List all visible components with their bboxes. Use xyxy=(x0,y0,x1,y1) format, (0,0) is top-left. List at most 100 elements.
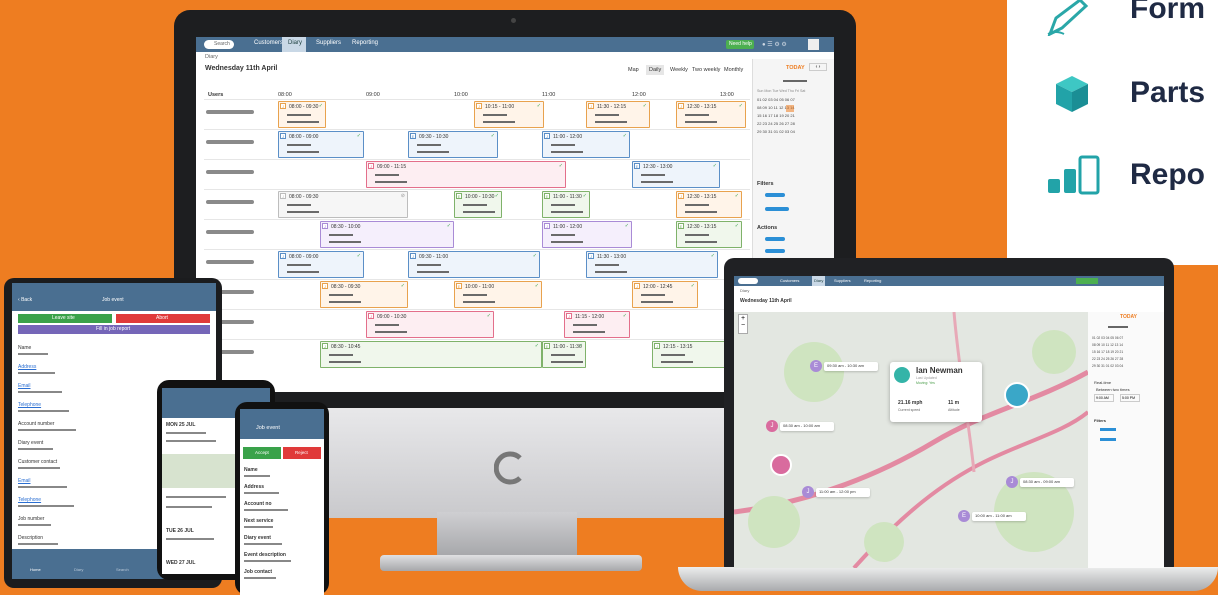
accept-button[interactable]: Accept xyxy=(243,447,281,459)
diary-event-block[interactable]: E 10:00 - 11:00 ✓ xyxy=(454,281,542,308)
diary-event-block[interactable]: J 08:00 - 09:30 ⊘ xyxy=(278,191,408,218)
diary-event-block[interactable]: J 11:15 - 12:00 ✓ xyxy=(564,311,630,338)
diary-event-block[interactable]: J 12:00 - 12:45 ✓ xyxy=(632,281,698,308)
time-to-input[interactable]: 5:00 PM xyxy=(1120,394,1140,402)
diary-event-block[interactable]: E 12:30 - 13:15 ✓ xyxy=(676,221,742,248)
tab-monthly[interactable]: Monthly xyxy=(724,67,743,73)
job-pin-label[interactable]: 09:30 am - 10:30 am xyxy=(824,362,878,371)
search-input[interactable] xyxy=(738,278,758,284)
action-chip[interactable] xyxy=(765,249,785,253)
today-button[interactable]: TODAY xyxy=(1120,314,1137,320)
tab-home[interactable]: Home xyxy=(30,567,41,572)
nav-diary-active[interactable]: Diary xyxy=(812,276,826,286)
diary-event-block[interactable]: J 09:30 - 11:00 ✓ xyxy=(408,251,540,278)
user-name[interactable] xyxy=(206,260,254,264)
job-pin-icon[interactable]: J xyxy=(802,486,814,498)
diary-event-block[interactable]: J 11:00 - 12:00 ✓ xyxy=(542,221,632,248)
nav-customers[interactable]: Customers xyxy=(780,278,799,283)
filter-chip[interactable] xyxy=(765,207,789,211)
field-label[interactable]: Telephone xyxy=(18,402,41,408)
field-label[interactable]: Email xyxy=(18,478,31,484)
field-label[interactable]: Telephone xyxy=(18,497,41,503)
job-pin-label[interactable]: 11:00 am - 12:00 pm xyxy=(816,488,870,497)
diary-event-block[interactable]: J 11:30 - 13:00 ✓ xyxy=(586,251,718,278)
fill-report-button[interactable]: Fill in job report xyxy=(18,325,210,334)
action-chip[interactable] xyxy=(765,237,785,241)
calendar-nav-arrows[interactable]: ‹ › xyxy=(809,63,827,71)
driver-avatar-pin[interactable] xyxy=(1004,382,1030,408)
nav-icons[interactable]: ● ☰ ⚙ ⚙ xyxy=(762,41,802,48)
calendar-week[interactable]: 29 30 31 01 02 03 04 xyxy=(1092,364,1123,368)
nav-reporting[interactable]: Reporting xyxy=(352,40,378,46)
help-button[interactable]: Need help xyxy=(726,40,754,49)
map-area[interactable]: + − Ian Newman Last Updated Moving: Yes 2… xyxy=(734,312,1088,568)
tab-weekly[interactable]: Weekly xyxy=(670,67,688,73)
diary-event-block[interactable]: E 12:30 - 13:00 ✓ xyxy=(632,161,720,188)
calendar-week[interactable]: 08 09 10 11 12 13 14 xyxy=(1092,343,1123,347)
diary-event-block[interactable]: J 08:30 - 10:00 ✓ xyxy=(320,221,454,248)
between-times-option[interactable]: Between two times xyxy=(1096,387,1130,392)
realtime-option[interactable]: Real-time xyxy=(1094,380,1111,385)
field-label[interactable]: Address xyxy=(18,364,36,370)
nav-customers[interactable]: Customers xyxy=(254,40,283,46)
job-pin-icon[interactable]: E xyxy=(810,360,822,372)
tab-two-weekly[interactable]: Two weekly xyxy=(692,67,720,73)
user-name[interactable] xyxy=(206,200,254,204)
driver-avatar-pin[interactable] xyxy=(770,454,792,476)
filter-chip[interactable] xyxy=(1100,438,1116,441)
nav-suppliers[interactable]: Suppliers xyxy=(316,40,341,46)
leave-site-button[interactable]: Leave site xyxy=(18,314,112,323)
today-button[interactable]: TODAY xyxy=(786,65,805,71)
selected-day[interactable] xyxy=(786,105,794,112)
diary-event-block[interactable]: J 11:30 - 12:15 ✓ xyxy=(586,101,650,128)
calendar-week[interactable]: 01 02 03 04 05 06 07 xyxy=(1092,336,1123,340)
user-name[interactable] xyxy=(206,230,254,234)
diary-event-block[interactable]: J 08:30 - 09:30 ✓ xyxy=(320,281,408,308)
field-label[interactable]: Email xyxy=(18,383,31,389)
time-from-input[interactable]: 9:00 AM xyxy=(1094,394,1114,402)
diary-event-block[interactable]: J 08:00 - 09:30 ✓ xyxy=(278,101,326,128)
zoom-controls[interactable]: + − xyxy=(738,314,748,334)
job-pin-icon[interactable]: J xyxy=(766,420,778,432)
user-name[interactable] xyxy=(206,170,254,174)
tab-daily[interactable]: Daily xyxy=(646,65,665,75)
diary-event-block[interactable]: J 08:00 - 09:00 ✓ xyxy=(278,251,364,278)
job-pin-icon[interactable]: J xyxy=(1006,476,1018,488)
filter-chip[interactable] xyxy=(765,193,785,197)
reject-button[interactable]: Reject xyxy=(283,447,321,459)
diary-event-block[interactable]: J 12:30 - 13:15 ✓ xyxy=(676,101,746,128)
job-pin-label[interactable]: 08:30 am - 10:00 am xyxy=(780,422,834,431)
help-button[interactable] xyxy=(1076,278,1098,284)
nav-reporting[interactable]: Reporting xyxy=(864,278,881,283)
calendar-week[interactable]: 01 02 03 04 05 06 07 xyxy=(757,97,795,102)
tab-map[interactable]: Map xyxy=(628,67,639,73)
nav-diary-active[interactable]: Diary xyxy=(282,37,306,52)
calendar-week[interactable]: 22 23 24 25 26 27 28 xyxy=(1092,357,1123,361)
diary-event-block[interactable]: J 11:00 - 12:00 ✓ xyxy=(542,131,630,158)
calendar-week[interactable]: 22 23 24 25 26 27 28 xyxy=(757,121,795,126)
diary-event-block[interactable]: E 11:00 - 11:30 ✓ xyxy=(542,341,586,368)
calendar-week[interactable]: 15 16 17 18 19 20 21 xyxy=(757,113,795,118)
job-pin-icon[interactable]: E xyxy=(958,510,970,522)
diary-event-block[interactable]: J 08:30 - 10:45 ✓ xyxy=(320,341,542,368)
tab-diary[interactable]: Diary xyxy=(74,567,83,572)
job-pin-label[interactable]: 08:30 am - 09:00 am xyxy=(1020,478,1074,487)
search-input[interactable]: Search xyxy=(204,40,234,49)
diary-event-block[interactable]: J 08:00 - 09:00 ✓ xyxy=(278,131,364,158)
diary-event-block[interactable]: J 10:15 - 11:00 ✓ xyxy=(474,101,544,128)
tab-search[interactable]: Search xyxy=(116,567,129,572)
job-pin-label[interactable]: 10:00 am - 11:00 am xyxy=(972,512,1026,521)
diary-event-block[interactable]: E 09:30 - 10:30 ✓ xyxy=(408,131,498,158)
filter-chip[interactable] xyxy=(1100,428,1116,431)
diary-event-block[interactable]: J 09:00 - 11:15 ✓ xyxy=(366,161,566,188)
nav-suppliers[interactable]: Suppliers xyxy=(834,278,851,283)
diary-event-block[interactable]: J 12:30 - 13:15 ✓ xyxy=(676,191,742,218)
abort-button[interactable]: Abort xyxy=(116,314,210,323)
calendar-week[interactable]: 15 16 17 18 19 20 21 xyxy=(1092,350,1123,354)
user-name[interactable] xyxy=(206,110,254,114)
calendar-week[interactable]: 29 30 31 01 02 03 04 xyxy=(757,129,795,134)
avatar[interactable] xyxy=(808,39,819,50)
back-button[interactable]: ‹ Back xyxy=(18,297,32,303)
diary-event-block[interactable]: E 10:00 - 10:30 ✓ xyxy=(454,191,502,218)
diary-event-block[interactable]: E 11:00 - 11:30 ✓ xyxy=(542,191,590,218)
